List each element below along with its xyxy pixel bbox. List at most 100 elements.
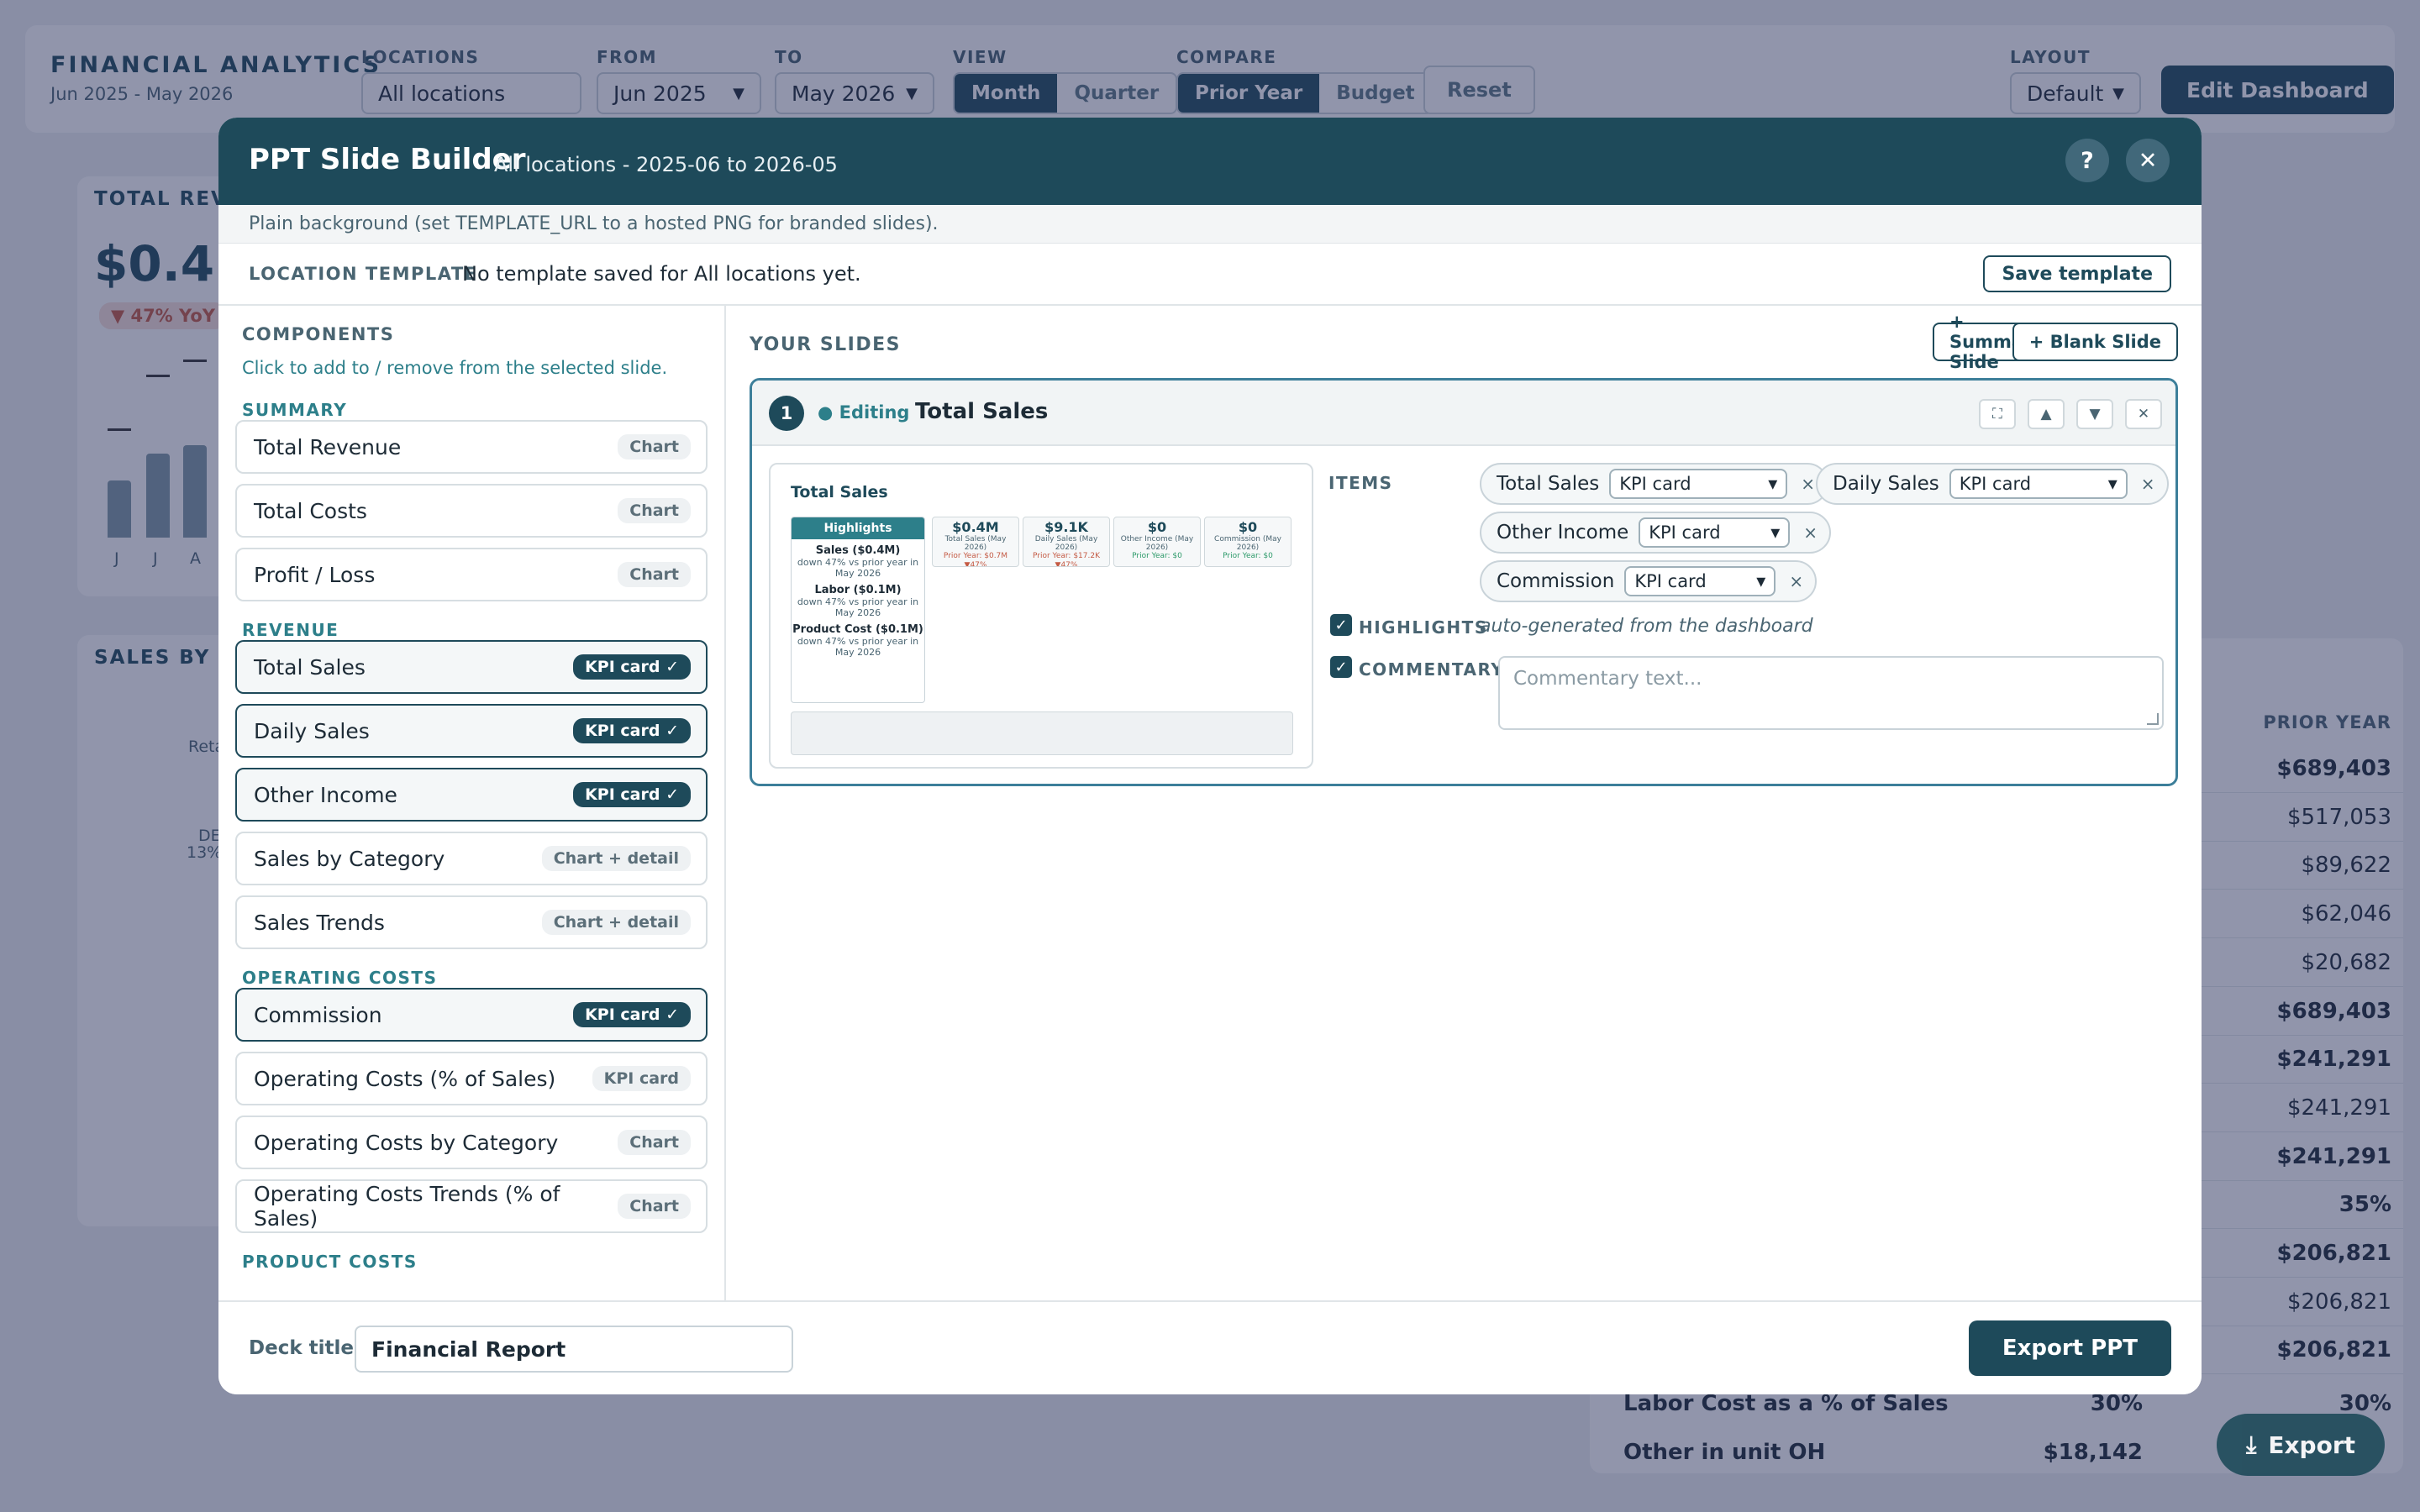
component-name: Operating Costs (% of Sales)	[254, 1066, 556, 1091]
section-revenue: REVENUE	[242, 620, 339, 640]
preview-highlights-header: Highlights	[792, 517, 924, 539]
preview-kpi-card: $9.1K Daily Sales (May 2026) Prior Year: $…	[1023, 517, 1110, 567]
expand-icon[interactable]: ⛶	[1979, 399, 2016, 429]
resize-handle-icon[interactable]	[2147, 713, 2159, 725]
slide-header: 1 ● Editing Total Sales ⛶ ▲ ▼ ✕	[752, 381, 2175, 446]
kpi-value: $0.4M	[952, 519, 999, 535]
component-operating-costs-trends-of-sales[interactable]: Operating Costs Trends (% of Sales) Chart	[235, 1179, 708, 1233]
remove-item-icon[interactable]: ×	[2138, 474, 2159, 494]
component-tag: Chart	[618, 1194, 691, 1219]
component-commission[interactable]: Commission KPI card ✓	[235, 988, 708, 1042]
save-template-button[interactable]: Save template	[1983, 255, 2171, 292]
component-name: Daily Sales	[254, 718, 370, 743]
preview-highlight-item: Product Cost ($0.1M) down 47% vs prior ye…	[792, 623, 924, 658]
kpi-prior: Prior Year: $17.2K	[1033, 552, 1100, 560]
component-name: Sales Trends	[254, 910, 385, 935]
component-tag: KPI card ✓	[573, 718, 691, 743]
preview-highlight-item: Labor ($0.1M) down 47% vs prior year in M…	[792, 584, 924, 618]
item-type-select[interactable]: KPI card ▾	[1624, 566, 1776, 596]
deck-title-label: Deck title	[249, 1337, 354, 1359]
component-tag: Chart	[618, 1130, 691, 1155]
remove-item-icon[interactable]: ×	[1786, 571, 1807, 591]
component-daily-sales[interactable]: Daily Sales KPI card ✓	[235, 704, 708, 758]
move-down-icon[interactable]: ▼	[2076, 399, 2113, 429]
move-up-icon[interactable]: ▲	[2028, 399, 2065, 429]
components-panel[interactable]: COMPONENTS Click to add to / remove from…	[218, 306, 726, 1300]
component-other-income[interactable]: Other Income KPI card ✓	[235, 768, 708, 822]
commentary-input[interactable]: Commentary text...	[1498, 656, 2164, 730]
item-type-value: KPI card	[1649, 522, 1721, 543]
export-button[interactable]: ⤓ Export	[2217, 1414, 2385, 1476]
commentary-placeholder: Commentary text...	[1513, 668, 1702, 690]
close-button[interactable]: ✕	[2126, 139, 2170, 182]
component-operating-costs-by-category[interactable]: Operating Costs by Category Chart	[235, 1116, 708, 1169]
component-tag: Chart	[618, 434, 691, 459]
component-profit-loss[interactable]: Profit / Loss Chart	[235, 548, 708, 601]
commentary-label: COMMENTARY	[1359, 659, 1505, 680]
component-tag: Chart + detail	[541, 846, 691, 871]
preview-kpi-card: $0 Other Income (May 2026) Prior Year: $0	[1113, 517, 1201, 567]
item-type-value: KPI card	[1619, 474, 1691, 494]
kpi-value: $0	[1147, 519, 1167, 535]
item-name: Other Income	[1497, 522, 1629, 543]
component-name: Other Income	[254, 782, 397, 807]
chevron-down-icon: ▾	[1770, 522, 1781, 543]
deck-title-input[interactable]	[355, 1326, 793, 1373]
kpi-value: $9.1K	[1044, 519, 1088, 535]
component-name: Total Costs	[254, 498, 367, 523]
delete-slide-icon[interactable]: ✕	[2125, 399, 2162, 429]
notice-bar: Plain background (set TEMPLATE_URL to a …	[218, 205, 2202, 244]
item-type-select[interactable]: KPI card ▾	[1609, 469, 1788, 499]
component-sales-by-category[interactable]: Sales by Category Chart + detail	[235, 832, 708, 885]
highlights-checkbox[interactable]: ✓	[1330, 614, 1352, 636]
component-name: Operating Costs by Category	[254, 1130, 559, 1155]
component-tag: KPI card ✓	[573, 654, 691, 680]
chevron-down-icon: ▾	[2107, 473, 2118, 495]
kpi-change: ▼47%	[964, 561, 987, 567]
template-notice: Plain background (set TEMPLATE_URL to a …	[249, 213, 939, 234]
item-chip-commission: Commission KPI card ▾ ×	[1480, 560, 1818, 602]
kpi-change: ▼47%	[1055, 561, 1078, 567]
kpi-label: Commission (May 2026)	[1214, 535, 1281, 552]
highlight-title: Sales ($0.4M)	[815, 544, 901, 557]
slide-card[interactable]: 1 ● Editing Total Sales ⛶ ▲ ▼ ✕ Total Sa…	[750, 378, 2178, 786]
your-slides-title: YOUR SLIDES	[750, 334, 901, 355]
item-type-select[interactable]: KPI card ▾	[1639, 517, 1791, 548]
slide-number: 1	[769, 396, 804, 431]
item-type-select[interactable]: KPI card ▾	[1949, 469, 2128, 499]
remove-item-icon[interactable]: ×	[1800, 522, 1821, 543]
component-total-costs[interactable]: Total Costs Chart	[235, 484, 708, 538]
component-total-sales[interactable]: Total Sales KPI card ✓	[235, 640, 708, 694]
component-operating-costs-of-sales[interactable]: Operating Costs (% of Sales) KPI card	[235, 1052, 708, 1105]
modal-title: PPT Slide Builder	[249, 143, 526, 176]
item-type-value: KPI card	[1634, 571, 1707, 591]
add-blank-slide-button[interactable]: + Blank Slide	[2012, 323, 2178, 361]
highlights-note: auto-generated from the dashboard	[1480, 616, 1813, 637]
commentary-checkbox[interactable]: ✓	[1330, 656, 1352, 678]
help-button[interactable]: ?	[2065, 139, 2109, 182]
preview-commentary	[791, 711, 1293, 755]
component-total-revenue[interactable]: Total Revenue Chart	[235, 420, 708, 474]
highlight-detail: down 47% vs prior year in May 2026	[797, 596, 919, 618]
component-name: Commission	[254, 1002, 382, 1027]
ppt-slide-builder-modal: PPT Slide Builder All locations - 2025-0…	[218, 118, 2202, 1394]
export-ppt-button[interactable]: Export PPT	[1968, 1320, 2171, 1376]
slide-title[interactable]: Total Sales	[915, 399, 1048, 424]
components-help: Click to add to / remove from the select…	[242, 358, 668, 378]
highlight-detail: down 47% vs prior year in May 2026	[797, 636, 919, 658]
component-name: Profit / Loss	[254, 562, 376, 587]
kpi-label: Daily Sales (May 2026)	[1034, 535, 1098, 552]
item-chip-daily-sales: Daily Sales KPI card ▾ ×	[1816, 463, 2169, 505]
location-template-value: No template saved for All locations yet.	[462, 262, 861, 286]
highlight-title: Labor ($0.1M)	[814, 584, 902, 596]
preview-highlights: Highlights Sales ($0.4M) down 47% vs prio…	[791, 517, 925, 703]
item-name: Daily Sales	[1833, 473, 1939, 495]
component-name: Total Revenue	[254, 434, 402, 459]
components-title: COMPONENTS	[242, 324, 395, 344]
slide-preview: Total Sales Highlights Sales ($0.4M) down…	[769, 463, 1313, 769]
item-chip-other-income: Other Income KPI card ▾ ×	[1480, 512, 1832, 554]
component-sales-trends[interactable]: Sales Trends Chart + detail	[235, 895, 708, 949]
kpi-value: $0	[1238, 519, 1258, 535]
modal-subtitle: All locations - 2025-06 to 2026-05	[494, 153, 838, 176]
modal-header: PPT Slide Builder All locations - 2025-0…	[218, 118, 2202, 205]
